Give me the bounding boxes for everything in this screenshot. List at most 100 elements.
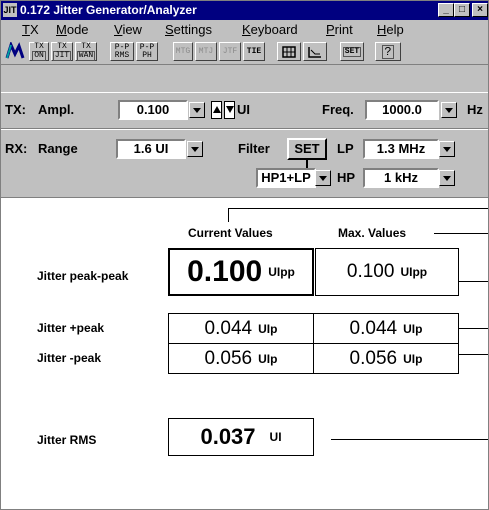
mtg-label: MTG [175,46,191,56]
menu-mode[interactable]: Mode [56,22,89,37]
jitter-minus-peak-connector [459,354,488,355]
ampl-unit: UI [237,102,250,117]
window-title: 0.172 Jitter Generator/Analyzer [20,3,197,17]
jitter-pp-current: 0.100 UIpp [168,248,314,296]
hp-dropdown-button[interactable] [439,170,455,186]
menu-help[interactable]: Help [377,22,404,37]
app-window: JIT 0.172 Jitter Generator/Analyzer _ □ … [0,0,489,510]
hp-select[interactable]: 1 kHz [363,168,439,188]
filter-label: Filter [238,141,270,156]
lp-dropdown-button[interactable] [439,141,455,157]
jitter-minus-peak-current: 0.056 UIp [168,343,314,374]
tx-on-top: TX [34,41,44,51]
maximize-button[interactable]: □ [454,3,470,17]
jitter-rms-current: 0.037 UI [168,418,314,456]
mtj-button[interactable]: MTJ [195,42,217,61]
tx-panel: TX: Ampl. 0.100 UI Freq. 1000.0 Hz [1,92,488,129]
jitter-rms-label: Jitter RMS [37,433,97,447]
title-bar[interactable]: JIT 0.172 Jitter Generator/Analyzer _ □ … [1,1,488,20]
hp-label: HP [337,170,356,185]
jitter-plus-peak-connector [459,328,488,329]
lp-label: LP [337,141,354,156]
table-grid-icon [282,45,296,58]
ampl-decrease-button[interactable] [224,101,235,119]
freq-dropdown-button[interactable] [441,102,457,118]
graph-icon [308,46,321,58]
lp-select[interactable]: 1.3 MHz [363,139,439,159]
pp-ph-button[interactable]: P-P PH [136,42,158,61]
jitter-pp-current-unit: UIpp [268,265,295,279]
jitter-pp-max-unit: UIpp [400,265,428,279]
jitter-plus-peak-max-unit: UIp [403,321,423,336]
jitter-plus-peak-max: 0.044 UIp [313,313,459,344]
jitter-minus-peak-current-value: 0.056 [204,347,253,369]
filter-set-button[interactable]: SET [287,138,327,160]
ampl-increase-button[interactable] [211,101,222,119]
current-values-connector [228,208,488,209]
jitter-rms-value: 0.037 [200,424,256,449]
jitter-rms-connector [331,439,488,440]
pp-rms-button[interactable]: P-P RMS [110,42,134,61]
tie-button[interactable]: TIE [243,42,265,61]
jitter-plus-peak-current: 0.044 UIp [168,313,314,344]
menu-bar: TX Mode View Settings Keyboard Print Hel… [1,20,488,39]
rx-label: RX: [5,141,28,156]
tx-wan-button[interactable]: TX WAN [75,42,97,61]
graph-view-button[interactable] [303,42,327,61]
ampl-label: Ampl. [38,102,75,117]
jitter-plus-peak-current-value: 0.044 [204,317,253,339]
table-view-button[interactable] [277,42,301,61]
freq-label: Freq. [322,102,354,117]
jitter-minus-peak-current-unit: UIp [258,351,278,366]
ampl-input[interactable]: 0.100 [118,100,188,120]
jitter-minus-peak-max-value: 0.056 [349,347,398,369]
jitter-minus-peak-max: 0.056 UIp [313,343,459,374]
jitter-pp-current-value: 0.100 [187,255,263,288]
tx-jit-bottom: JIT [52,50,72,61]
pp-ph-bottom: PH [142,50,152,60]
set-label: SET [342,46,362,57]
pp-rms-bottom: RMS [114,50,130,60]
help-button[interactable]: ? [375,42,401,61]
jitter-plus-peak-max-value: 0.044 [349,317,398,339]
jitter-minus-peak-max-unit: UIp [403,351,423,366]
set-button[interactable]: SET [340,42,364,61]
tx-label: TX: [5,102,26,117]
freq-unit: Hz [467,102,483,117]
menu-settings[interactable]: Settings [165,22,212,37]
tx-jit-button[interactable]: TX JIT [51,42,73,61]
menu-keyboard[interactable]: Keyboard [242,22,298,37]
jitter-pp-connector [459,281,488,282]
filter-connector [306,160,308,168]
mtj-label: MTJ [198,46,214,56]
app-icon[interactable]: JIT [3,3,17,17]
jitter-pp-max: 0.100 UIpp [315,248,459,296]
minimize-button[interactable]: _ [438,3,454,17]
tx-wan-top: TX [81,41,91,51]
mtg-button[interactable]: MTG [173,42,193,61]
jitter-plus-peak-label: Jitter +peak [37,321,105,335]
max-values-connector [434,233,488,234]
jtf-button[interactable]: JTF [219,42,241,61]
jitter-pp-max-value: 0.100 [346,261,395,282]
filter-mode-select[interactable]: HP1+LP [256,168,316,188]
menu-view[interactable]: View [114,22,142,37]
close-button[interactable]: × [472,3,488,17]
tx-on-button[interactable]: TX ON [29,42,49,61]
menu-print[interactable]: Print [326,22,353,37]
tx-jit-top: TX [57,41,67,51]
menu-tx[interactable]: TX [22,22,39,37]
jtf-label: JTF [222,46,238,56]
max-values-header: Max. Values [338,226,407,240]
range-select[interactable]: 1.6 UI [116,139,186,159]
freq-input[interactable]: 1000.0 [365,100,439,120]
filter-mode-dropdown-button[interactable] [315,170,331,186]
jitter-rms-unit: UI [269,430,282,444]
jitter-pp-label: Jitter peak-peak [37,269,129,283]
jitter-minus-peak-label: Jitter -peak [37,351,102,365]
jitter-plus-peak-current-unit: UIp [258,321,278,336]
range-dropdown-button[interactable] [187,141,203,157]
toolbar: TX ON TX JIT TX WAN P-P RMS P-P PH MTG M… [1,39,488,65]
ampl-dropdown-button[interactable] [189,102,205,118]
tx-wave-icon[interactable] [5,40,25,61]
